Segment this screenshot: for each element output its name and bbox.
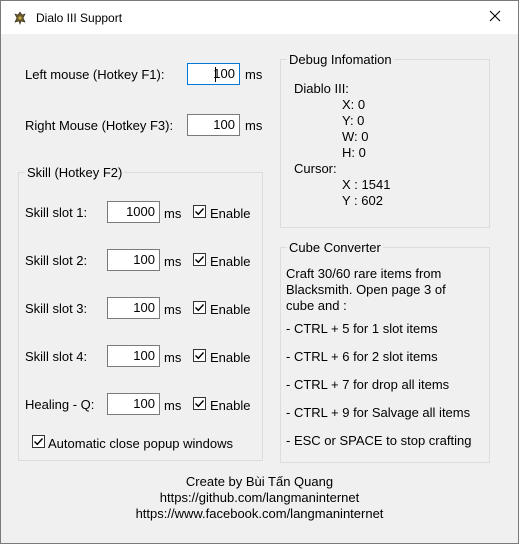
cursor-x-value: X : 1541: [342, 177, 391, 192]
skill-group-title: Skill (Hotkey F2): [25, 165, 125, 180]
right-mouse-unit: ms: [245, 118, 263, 133]
diablo-w-value: W: 0: [342, 129, 369, 144]
skill-slot-2-label: Skill slot 2:: [25, 253, 88, 268]
cube-intro-line-3: cube and :: [286, 298, 347, 313]
skill-slot-4-unit: ms: [164, 350, 182, 365]
debug-info-title: Debug Infomation: [287, 52, 394, 67]
left-mouse-label: Left mouse (Hotkey F1):: [25, 67, 165, 82]
skill-slot-4-enable-label[interactable]: Enable: [210, 350, 250, 365]
left-mouse-unit: ms: [245, 67, 263, 82]
diablo-app-icon: [13, 11, 27, 25]
skill-slot-3-enable-label[interactable]: Enable: [210, 302, 250, 317]
diablo-h-value: H: 0: [342, 145, 366, 160]
close-icon: [489, 10, 501, 25]
checkmark-icon: [34, 438, 44, 446]
cube-hotkey-esc-space: - ESC or SPACE to stop crafting: [286, 433, 472, 448]
healing-q-unit: ms: [164, 398, 182, 413]
window-title: Dialo III Support: [36, 11, 123, 25]
cube-hotkey-ctrl-6: - CTRL + 6 for 2 slot items: [286, 349, 438, 364]
cube-hotkey-ctrl-5: - CTRL + 5 for 1 slot items: [286, 321, 438, 336]
skill-slot-3-unit: ms: [164, 302, 182, 317]
healing-q-input[interactable]: 100: [107, 393, 160, 415]
app-window: Dialo III Support Left mouse (Hotkey F1)…: [0, 0, 519, 544]
skill-slot-4-label: Skill slot 4:: [25, 349, 88, 364]
auto-close-popup-label[interactable]: Automatic close popup windows: [48, 436, 233, 451]
skill-slot-4-input[interactable]: 100: [107, 345, 160, 367]
cursor-label: Cursor:: [294, 161, 337, 176]
skill-slot-3-enable-checkbox[interactable]: [193, 301, 206, 314]
checkmark-icon: [195, 352, 205, 360]
checkmark-icon: [195, 400, 205, 408]
healing-q-enable-checkbox[interactable]: [193, 397, 206, 410]
checkmark-icon: [195, 256, 205, 264]
skill-slot-2-unit: ms: [164, 254, 182, 269]
skill-slot-3-input[interactable]: 100: [107, 297, 160, 319]
skill-slot-1-enable-checkbox[interactable]: [193, 205, 206, 218]
cube-intro-line-2: Blacksmith. Open page 3 of: [286, 282, 446, 297]
diablo-x-value: X: 0: [342, 97, 366, 112]
cube-hotkey-ctrl-7: - CTRL + 7 for drop all items: [286, 377, 450, 392]
footer-github-link[interactable]: https://github.com/langmaninternet: [1, 490, 518, 505]
cube-hotkey-ctrl-9: - CTRL + 9 for Salvage all items: [286, 405, 471, 420]
cursor-y-value: Y : 602: [342, 193, 383, 208]
right-mouse-delay-input[interactable]: 100: [187, 114, 240, 136]
skill-slot-1-label: Skill slot 1:: [25, 205, 88, 220]
text-caret: [215, 67, 216, 82]
skill-slot-3-label: Skill slot 3:: [25, 301, 88, 316]
right-mouse-label: Right Mouse (Hotkey F3):: [25, 118, 174, 133]
skill-slot-1-input[interactable]: 1000: [107, 201, 160, 223]
skill-slot-2-enable-label[interactable]: Enable: [210, 254, 250, 269]
skill-slot-2-enable-checkbox[interactable]: [193, 253, 206, 266]
diablo-window-label: Diablo III:: [294, 81, 349, 96]
footer-facebook-link[interactable]: https://www.facebook.com/langmaninternet: [1, 506, 518, 521]
title-bar[interactable]: Dialo III Support: [1, 1, 518, 34]
healing-q-enable-label[interactable]: Enable: [210, 398, 250, 413]
skill-slot-4-enable-checkbox[interactable]: [193, 349, 206, 362]
skill-slot-1-enable-label[interactable]: Enable: [210, 206, 250, 221]
left-mouse-delay-input[interactable]: 100: [187, 63, 240, 85]
footer-credit: Create by Bùi Tấn Quang: [185, 474, 334, 489]
cube-intro-line-1: Craft 30/60 rare items from: [286, 266, 442, 281]
diablo-y-value: Y: 0: [342, 113, 365, 128]
cube-converter-title: Cube Converter: [287, 240, 383, 255]
close-button[interactable]: [472, 1, 518, 34]
checkmark-icon: [195, 208, 205, 216]
healing-q-label: Healing - Q:: [25, 397, 95, 412]
skill-slot-1-unit: ms: [164, 206, 182, 221]
skill-slot-2-input[interactable]: 100: [107, 249, 160, 271]
auto-close-popup-checkbox[interactable]: [32, 435, 45, 448]
checkmark-icon: [195, 304, 205, 312]
